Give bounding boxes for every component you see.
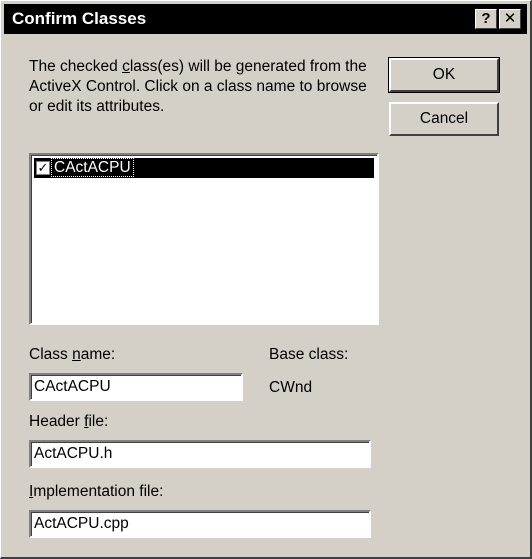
base-class-label: Base class: bbox=[269, 346, 349, 363]
header-file-field[interactable]: ActACPU.h bbox=[29, 440, 371, 468]
help-button[interactable]: ? bbox=[475, 9, 497, 29]
implementation-file-field[interactable]: ActACPU.cpp bbox=[29, 510, 371, 538]
base-class-value: CWnd bbox=[269, 379, 313, 396]
class-listbox[interactable]: ✓ CActACPU bbox=[29, 153, 379, 325]
class-checkbox[interactable]: ✓ bbox=[36, 161, 50, 175]
description-text: The checked class(es) will be generated … bbox=[29, 58, 367, 115]
help-icon: ? bbox=[481, 10, 491, 27]
cancel-button[interactable]: Cancel bbox=[389, 102, 499, 136]
implementation-file-label: Implementation file: bbox=[29, 483, 164, 500]
class-name-label: Class name: bbox=[29, 346, 116, 363]
ok-button[interactable]: OK bbox=[388, 57, 500, 93]
list-item[interactable]: ✓ CActACPU bbox=[34, 158, 374, 178]
list-item-label: CActACPU bbox=[51, 158, 134, 177]
title-bar[interactable]: Confirm Classes ? ✕ bbox=[4, 4, 527, 34]
window-title: Confirm Classes bbox=[12, 9, 147, 28]
confirm-classes-dialog: Confirm Classes ? ✕ The checked class(es… bbox=[0, 0, 532, 559]
class-name-field[interactable]: CActACPU bbox=[29, 373, 243, 401]
close-icon: ✕ bbox=[503, 10, 517, 27]
header-file-label: Header file: bbox=[29, 413, 109, 430]
close-button[interactable]: ✕ bbox=[499, 9, 521, 29]
